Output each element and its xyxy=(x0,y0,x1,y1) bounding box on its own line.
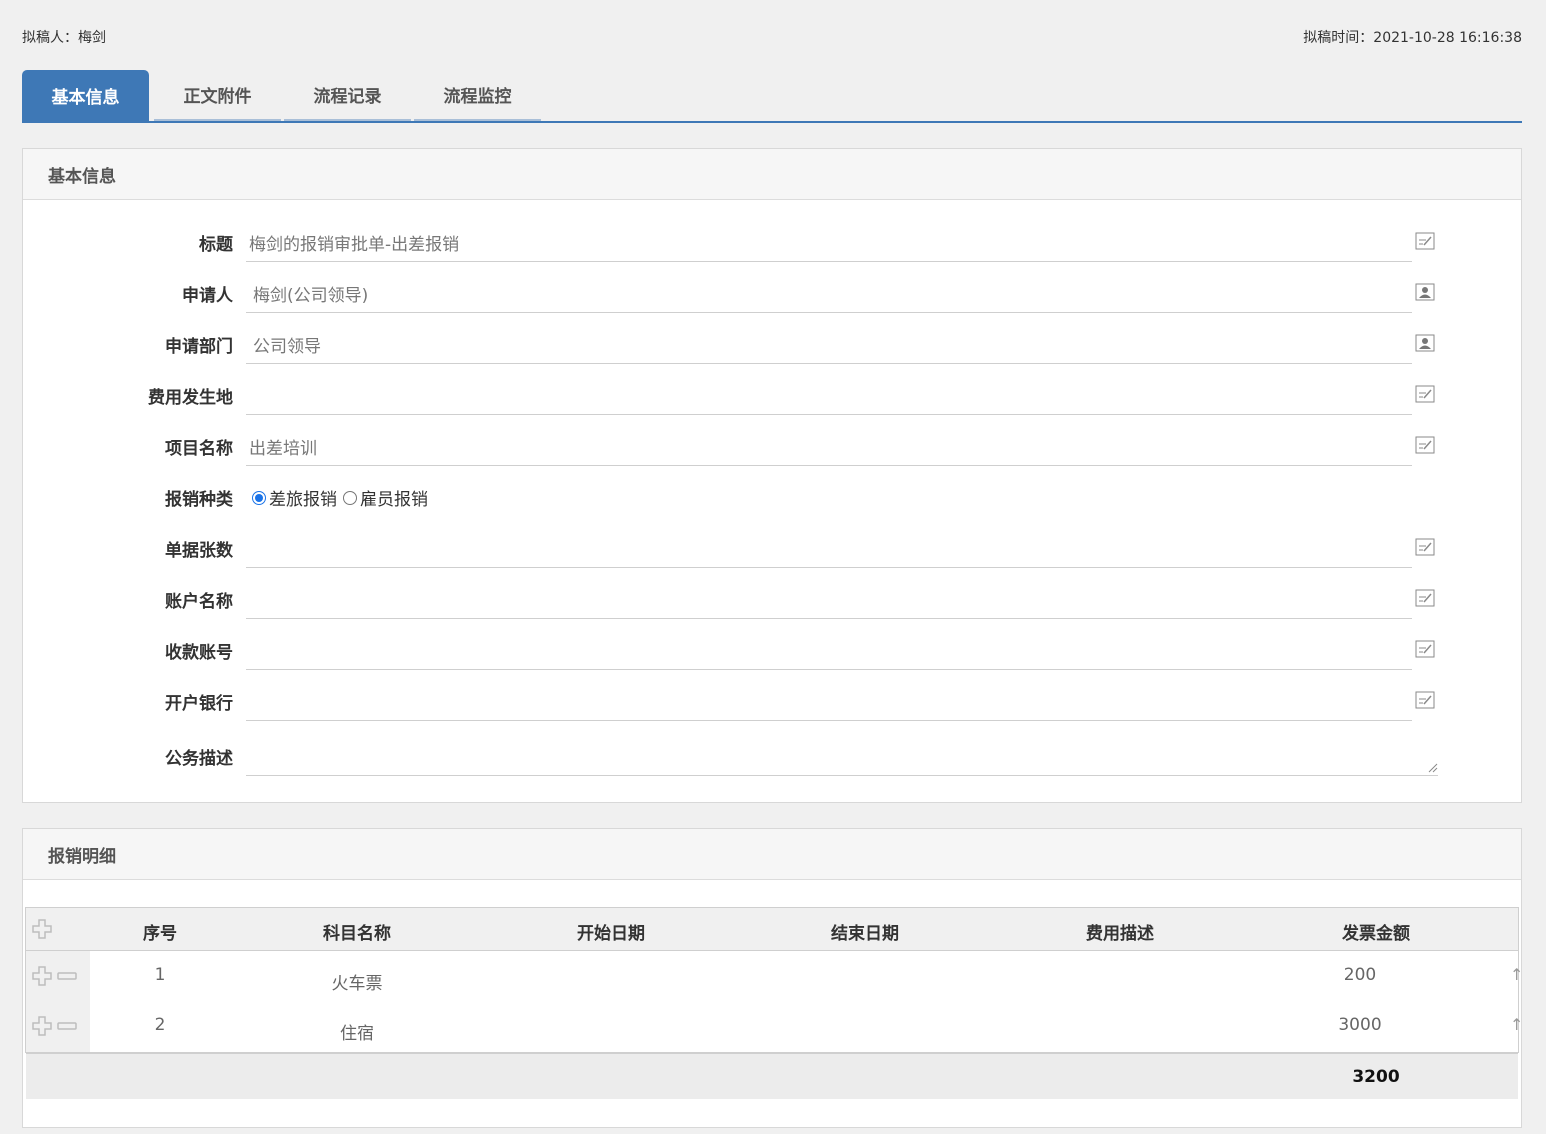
resize-handle-icon[interactable] xyxy=(1428,763,1438,773)
radio-employee[interactable] xyxy=(343,490,357,505)
field-label: 标题 xyxy=(199,235,233,255)
type-radio-group: 差旅报销 雇员报销 xyxy=(252,485,428,510)
detail-table: 序号 科目名称 开始日期 结束日期 费用描述 发票金额 1 火车票 200 ↑ … xyxy=(25,907,1523,1099)
col-header-start: 开始日期 xyxy=(577,924,645,944)
add-row-icon[interactable] xyxy=(32,919,52,939)
cell-no: 1 xyxy=(154,965,166,985)
field-label: 单据张数 xyxy=(165,541,233,561)
user-picker-icon[interactable] xyxy=(1415,283,1435,301)
receipts-input[interactable] xyxy=(246,528,1412,568)
cell-no: 2 xyxy=(154,1015,166,1035)
field-label: 申请人 xyxy=(182,286,233,306)
location-input[interactable] xyxy=(246,375,1412,415)
expense-detail-panel: 报销明细 序号 科目名称 开始日期 结束日期 费用描述 发票金额 1 火车票 2… xyxy=(22,828,1523,1128)
form-row-desc: 公务描述 xyxy=(23,732,1523,776)
field-label: 申请部门 xyxy=(165,337,233,357)
field-label: 费用发生地 xyxy=(148,388,233,408)
edit-icon[interactable] xyxy=(1415,385,1435,403)
cell-subject[interactable]: 住宿 xyxy=(340,1019,374,1044)
edit-icon[interactable] xyxy=(1415,640,1435,658)
panel-title: 报销明细 xyxy=(23,829,1521,880)
tab-attachments[interactable]: 正文附件 xyxy=(154,70,281,121)
add-row-icon[interactable] xyxy=(32,966,52,986)
account-no-input[interactable] xyxy=(246,630,1412,670)
edit-icon[interactable] xyxy=(1415,232,1435,250)
title-input[interactable]: 梅剑的报销审批单-出差报销 xyxy=(246,222,1412,262)
table-row: 2 住宿 3000 ↑ xyxy=(26,1002,1523,1052)
cell-amount[interactable]: 200 xyxy=(1344,965,1376,985)
remove-row-icon[interactable] xyxy=(57,1016,77,1036)
table-header: 序号 科目名称 开始日期 结束日期 费用描述 发票金额 xyxy=(26,908,1518,951)
draft-time-label: 拟稿时间：2021-10-28 16:16:38 xyxy=(1303,30,1522,46)
remove-row-icon[interactable] xyxy=(57,966,77,986)
col-header-subject: 科目名称 xyxy=(323,924,391,944)
add-row-icon[interactable] xyxy=(32,1016,52,1036)
col-header-end: 结束日期 xyxy=(831,924,899,944)
field-label: 账户名称 xyxy=(165,592,233,612)
form-row-location: 费用发生地 xyxy=(23,375,1523,415)
account-name-input[interactable] xyxy=(246,579,1412,619)
form-row-account-name: 账户名称 xyxy=(23,579,1523,619)
form-row-bank: 开户银行 xyxy=(23,681,1523,721)
user-picker-icon[interactable] xyxy=(1415,334,1435,352)
col-header-no: 序号 xyxy=(143,924,177,944)
table-row: 1 火车票 200 ↑ xyxy=(26,951,1523,1001)
tab-flow-monitor[interactable]: 流程监控 xyxy=(414,70,541,121)
radio-label: 雇员报销 xyxy=(360,490,428,510)
form-row-receipts: 单据张数 xyxy=(23,528,1523,568)
form-row-account-no: 收款账号 xyxy=(23,630,1523,670)
form-row-department: 申请部门 公司领导 xyxy=(23,324,1523,364)
project-input[interactable]: 出差培训 xyxy=(246,426,1412,466)
tab-basic-info[interactable]: 基本信息 xyxy=(22,70,149,121)
drafter-label: 拟稿人：梅剑 xyxy=(22,30,106,46)
edit-icon[interactable] xyxy=(1415,691,1435,709)
field-label: 开户银行 xyxy=(165,694,233,714)
form-row-project: 项目名称 出差培训 xyxy=(23,426,1523,466)
bank-input[interactable] xyxy=(246,681,1412,721)
panel-title: 基本信息 xyxy=(23,149,1521,200)
edit-icon[interactable] xyxy=(1415,589,1435,607)
form-row-type: 报销种类 差旅报销 雇员报销 xyxy=(23,477,1523,517)
form-row-title: 标题 梅剑的报销审批单-出差报销 xyxy=(23,222,1523,262)
cell-subject[interactable]: 火车票 xyxy=(332,969,383,994)
form-row-applicant: 申请人 梅剑(公司领导) xyxy=(23,273,1523,313)
edit-icon[interactable] xyxy=(1415,436,1435,454)
field-label: 报销种类 xyxy=(165,490,233,510)
tab-bar: 基本信息 正文附件 流程记录 流程监控 xyxy=(22,70,1522,123)
col-header-desc: 费用描述 xyxy=(1086,924,1154,944)
field-label: 公务描述 xyxy=(165,749,233,769)
total-amount: 3200 xyxy=(1352,1067,1400,1087)
radio-travel[interactable] xyxy=(252,490,266,505)
sort-arrow-icon[interactable]: ↑ xyxy=(1510,1015,1523,1034)
edit-icon[interactable] xyxy=(1415,538,1435,556)
sort-arrow-icon[interactable]: ↑ xyxy=(1510,965,1523,984)
cell-amount[interactable]: 3000 xyxy=(1338,1015,1381,1035)
department-input[interactable]: 公司领导 xyxy=(246,324,1412,364)
radio-label: 差旅报销 xyxy=(269,490,337,510)
field-label: 项目名称 xyxy=(165,439,233,459)
col-header-amount: 发票金额 xyxy=(1342,924,1410,944)
desc-textarea[interactable] xyxy=(246,732,1438,776)
basic-info-panel: 基本信息 标题 梅剑的报销审批单-出差报销 申请人 梅剑(公司领导) 申请部门 … xyxy=(22,148,1522,803)
applicant-input[interactable]: 梅剑(公司领导) xyxy=(246,273,1412,313)
tab-flow-records[interactable]: 流程记录 xyxy=(284,70,411,121)
field-label: 收款账号 xyxy=(165,643,233,663)
table-footer: 3200 xyxy=(26,1053,1518,1099)
